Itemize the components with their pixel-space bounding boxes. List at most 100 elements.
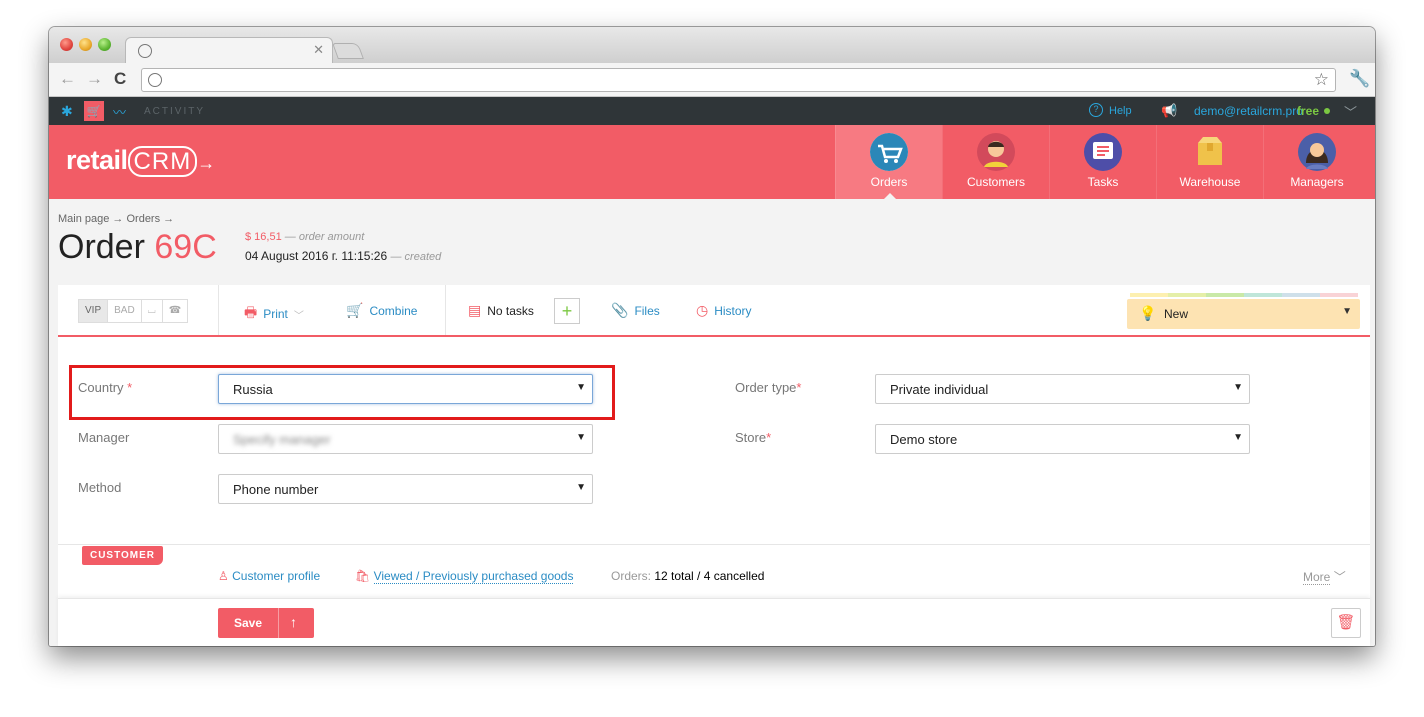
save-button[interactable]: Save ↑ xyxy=(218,608,314,638)
highlight-frame xyxy=(69,365,615,420)
order-type-label: Order type* xyxy=(735,380,802,395)
chart-icon[interactable]: 〰 xyxy=(113,102,126,121)
section-divider xyxy=(58,544,1370,545)
order-amount: $ 16,51 — order amount xyxy=(245,231,365,243)
page-title: Order 69C xyxy=(58,228,217,266)
print-button[interactable]: 🖶 Print ﹀ xyxy=(244,302,304,326)
caret-down-icon: ▼ xyxy=(1342,306,1352,317)
megaphone-icon[interactable]: 📢 xyxy=(1161,103,1177,119)
status-value: New xyxy=(1164,307,1189,321)
customer-profile-link[interactable]: ♙ Customer profile xyxy=(218,569,320,583)
chevron-down-icon: ﹀ xyxy=(293,310,304,322)
chevron-down-icon[interactable]: ﹀ xyxy=(1344,102,1357,121)
manager-label: Manager xyxy=(78,430,130,445)
browser-toolbar: ← → C ☆ 🔧 xyxy=(49,63,1375,97)
order-toolbar: VIP BAD ⌴ ☎ 🖶 Print ﹀ 🛒 Combine ▤ No tasks + xyxy=(58,285,1370,337)
reload-icon[interactable]: C xyxy=(114,69,126,89)
store-select[interactable]: Demo store ▼ xyxy=(875,424,1250,454)
retailcrm-logo[interactable]: retail CRM → xyxy=(66,145,215,177)
status-select[interactable]: 💡 New ▼ xyxy=(1127,299,1360,329)
tab-close-icon[interactable]: ✕ xyxy=(313,42,324,58)
browser-window: ✕ ← → C ☆ 🔧 ✱ 🛒 〰 ACTIVITY ? Help 📢 demo… xyxy=(49,27,1375,646)
nav-customers[interactable]: Customers xyxy=(942,125,1049,199)
close-window-button[interactable] xyxy=(60,38,73,51)
top-bar: ✱ 🛒 〰 ACTIVITY ? Help 📢 demo@retailcrm.p… xyxy=(49,97,1375,125)
orders-summary: Orders: 12 total / 4 cancelled xyxy=(611,569,765,583)
delete-button[interactable]: 🗑 xyxy=(1331,608,1361,638)
wrench-icon[interactable]: 🔧 xyxy=(1349,69,1370,89)
user-icon: ♙ xyxy=(218,569,229,583)
history-button[interactable]: ◷ History xyxy=(696,302,752,319)
address-bar[interactable]: ☆ xyxy=(141,68,1336,92)
back-arrow-icon[interactable]: ← xyxy=(59,69,76,89)
phone-flag-icon[interactable]: ☎ xyxy=(163,300,187,322)
nav-label: Managers xyxy=(1290,175,1344,189)
chevron-down-icon: ﹀ xyxy=(1333,570,1346,584)
app-header: retail CRM → Orders Customers Tasks Ware… xyxy=(49,125,1375,199)
vip-toggle[interactable]: VIP xyxy=(79,300,109,322)
nav-orders[interactable]: Orders xyxy=(835,125,942,199)
nav-warehouse[interactable]: Warehouse xyxy=(1156,125,1263,199)
printer-icon: 🖶 xyxy=(244,304,258,320)
globe-icon xyxy=(148,73,162,87)
bad-toggle[interactable]: BAD xyxy=(108,300,142,322)
cart-icon xyxy=(870,133,908,171)
order-type-select[interactable]: Private individual ▼ xyxy=(875,374,1250,404)
minimize-window-button[interactable] xyxy=(79,38,92,51)
nav-label: Tasks xyxy=(1087,175,1119,189)
combine-button[interactable]: 🛒 Combine xyxy=(346,302,417,319)
trash-icon: 🗑 xyxy=(1336,614,1356,631)
new-tab-button[interactable] xyxy=(332,43,364,59)
breadcrumb[interactable]: Main page → Orders → xyxy=(58,213,174,225)
bookmark-star-icon[interactable]: ☆ xyxy=(1314,70,1329,90)
more-toggle[interactable]: More ﹀ xyxy=(1303,568,1346,585)
browser-titlebar: ✕ xyxy=(49,27,1375,64)
forward-arrow-icon[interactable]: → xyxy=(86,69,103,89)
active-caret xyxy=(884,193,896,199)
help-link[interactable]: Help xyxy=(1109,105,1132,117)
cart-icon: 🛒 xyxy=(346,302,364,318)
order-number: 69C xyxy=(154,228,217,266)
maximize-window-button[interactable] xyxy=(98,38,111,51)
customer-avatar-icon xyxy=(977,133,1015,171)
viewed-goods-link[interactable]: 🛍 Viewed / Previously purchased goods xyxy=(355,569,574,584)
box-icon xyxy=(1191,133,1229,171)
nav-tasks[interactable]: Tasks xyxy=(1049,125,1156,199)
files-button[interactable]: 📎 Files xyxy=(611,302,660,319)
caret-down-icon: ▼ xyxy=(576,482,586,493)
cart-icon[interactable]: 🛒 xyxy=(84,101,104,121)
call-flag-icon[interactable]: ⌴ xyxy=(142,300,163,322)
caret-down-icon: ▼ xyxy=(576,432,586,443)
globe-icon xyxy=(138,44,152,58)
tasks-button[interactable]: ▤ No tasks xyxy=(468,302,534,319)
nav-managers[interactable]: Managers xyxy=(1263,125,1370,199)
customer-section-tag: CUSTOMER xyxy=(82,546,163,565)
status-color-strip xyxy=(1130,293,1358,297)
activity-link[interactable]: ACTIVITY xyxy=(144,106,205,117)
user-email[interactable]: demo@retailcrm.pro xyxy=(1194,104,1303,118)
online-status-dot xyxy=(1324,108,1330,114)
caret-down-icon: ▼ xyxy=(1233,432,1243,443)
order-created: 04 August 2016 г. 11:15:26 — created xyxy=(245,249,442,263)
gear-icon[interactable]: ✱ xyxy=(61,103,73,120)
browser-tab[interactable]: ✕ xyxy=(125,37,333,64)
nav-label: Customers xyxy=(966,175,1025,189)
order-card: VIP BAD ⌴ ☎ 🖶 Print ﹀ 🛒 Combine ▤ No tasks + xyxy=(58,285,1370,646)
lightbulb-icon: 💡 xyxy=(1139,305,1157,321)
add-task-button[interactable]: + xyxy=(554,298,580,324)
caret-down-icon: ▼ xyxy=(1233,382,1243,393)
help-icon[interactable]: ? xyxy=(1089,103,1103,117)
nav-label: Warehouse xyxy=(1179,175,1241,189)
manager-avatar-icon xyxy=(1298,133,1336,171)
tasks-icon: ▤ xyxy=(468,302,482,318)
arrow-up-icon[interactable]: ↑ xyxy=(290,614,297,630)
clock-icon: ◷ xyxy=(696,302,709,318)
divider xyxy=(445,285,446,335)
nav-label: Orders xyxy=(870,175,908,189)
method-select[interactable]: Phone number ▼ xyxy=(218,474,593,504)
manager-select[interactable]: Specify manager ▼ xyxy=(218,424,593,454)
sticky-footer: Save ↑ 🗑 xyxy=(58,598,1370,646)
tasks-list-icon xyxy=(1084,133,1122,171)
store-label: Store* xyxy=(735,430,772,445)
method-label: Method xyxy=(78,480,122,495)
